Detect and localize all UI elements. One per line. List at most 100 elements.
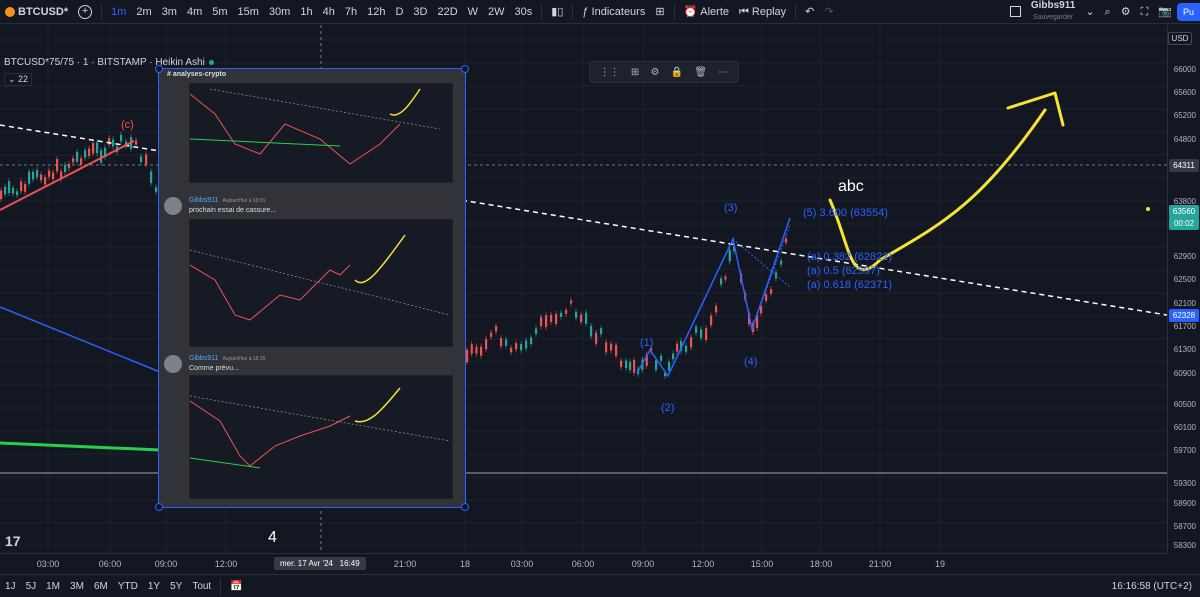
range-Tout[interactable]: Tout: [187, 581, 216, 592]
bottom-toolbar: 1J 5J 1M 3M 6M YTD 1Y 5Y Tout 📅 16:16:58 (UTC+2): [0, 574, 1200, 597]
lock-icon[interactable]: 🔒: [671, 67, 683, 78]
interval-3D[interactable]: 3D: [408, 0, 432, 24]
interval-7h[interactable]: 7h: [340, 0, 362, 24]
interval-D[interactable]: D: [390, 0, 408, 24]
layout-menu-button[interactable]: ⌄: [1080, 0, 1099, 24]
range-1J[interactable]: 1J: [0, 581, 21, 592]
candle: [64, 164, 67, 172]
chart-legend[interactable]: BTCUSD*75/75 · 1 · BITSTAMP · Heikin Ash…: [4, 57, 214, 68]
candle: [585, 312, 588, 324]
marker-price-tag: 62328: [1169, 309, 1199, 322]
chart-type-button[interactable]: ▮▯: [546, 0, 568, 24]
candle: [655, 360, 658, 370]
legend-collapse[interactable]: ⌄ 22: [4, 73, 33, 86]
bitcoin-icon: [5, 6, 15, 17]
wave-label-4: (4): [744, 356, 758, 368]
time-tick: 19: [934, 559, 946, 569]
interval-12h[interactable]: 12h: [362, 0, 390, 24]
calendar-icon: 📅: [230, 580, 243, 592]
candle: [560, 312, 563, 317]
price-tick: 60500: [1173, 400, 1196, 409]
author-avatar[interactable]: [164, 197, 182, 215]
candle: [16, 191, 19, 196]
message-text: prochain essai de cassure...: [189, 207, 277, 214]
mini-chart-1: [190, 88, 441, 165]
more-icon[interactable]: ⋯: [718, 67, 728, 78]
candle: [495, 326, 498, 332]
range-5Y[interactable]: 5Y: [165, 581, 187, 592]
interval-22D[interactable]: 22D: [432, 0, 462, 24]
resize-handle[interactable]: [461, 503, 469, 511]
interval-30m[interactable]: 30m: [264, 0, 295, 24]
alert-button[interactable]: ⏰ Alerte: [679, 0, 734, 24]
range-6M[interactable]: 6M: [89, 581, 113, 592]
indicators-button[interactable]: ƒ Indicateurs: [577, 0, 650, 24]
price-axis[interactable]: 6600065600652006480064400638006330062900…: [1167, 25, 1200, 553]
range-YTD[interactable]: YTD: [113, 581, 143, 592]
settings-button[interactable]: ⚙: [1116, 0, 1136, 24]
plus-icon: +: [78, 4, 93, 19]
image-overlay[interactable]: # analyses-crypto Gibbs911 Aujourd'hui à …: [155, 65, 469, 511]
candle: [466, 349, 469, 363]
template-icon[interactable]: ⊞: [631, 67, 639, 78]
candle: [155, 187, 158, 192]
embedded-chart-image-1: [189, 83, 453, 183]
publish-button[interactable]: Pu: [1176, 2, 1200, 21]
compare-symbol-button[interactable]: +: [73, 0, 97, 24]
candle: [676, 343, 679, 352]
snapshot-button[interactable]: 📷: [1153, 0, 1177, 24]
interval-3m[interactable]: 3m: [157, 0, 182, 24]
message-author[interactable]: Gibbs911 Aujourd'hui à 16:15: [189, 355, 265, 362]
interval-W[interactable]: W: [463, 0, 483, 24]
replay-button[interactable]: ⏮ Replay: [734, 0, 791, 24]
candle: [570, 300, 573, 304]
candle: [20, 181, 23, 192]
symbol-search-button[interactable]: BTCUSD*: [0, 0, 73, 24]
interval-2m[interactable]: 2m: [131, 0, 156, 24]
grid-icon: ⊞: [655, 5, 665, 18]
replay-label: Replay: [751, 5, 787, 18]
resize-handle[interactable]: [461, 65, 469, 73]
currency-button[interactable]: USD: [1168, 32, 1192, 45]
save-layout-button[interactable]: Gibbs911 Sauvegarder: [1026, 0, 1080, 24]
resize-handle[interactable]: [155, 503, 163, 511]
interval-4m[interactable]: 4m: [182, 0, 207, 24]
candle: [510, 347, 513, 353]
message-author[interactable]: Gibbs911 Aujourd'hui à 10:01: [189, 197, 265, 204]
redo-button[interactable]: ↷: [819, 0, 838, 24]
interval-1h[interactable]: 1h: [295, 0, 317, 24]
interval-4h[interactable]: 4h: [318, 0, 340, 24]
date-range-button[interactable]: 📅: [225, 581, 247, 592]
undo-button[interactable]: ↶: [800, 0, 819, 24]
cursor-number: 4: [268, 529, 277, 546]
drag-handle-icon[interactable]: ⋮⋮: [600, 67, 620, 78]
time-axis[interactable]: mer. 17 Avr '24 16:49 03:00 06:00 09:00 12:…: [0, 553, 1167, 574]
author-avatar[interactable]: [164, 355, 182, 373]
layout-toggle-button[interactable]: [1005, 0, 1026, 24]
candle: [24, 183, 27, 192]
range-5J[interactable]: 5J: [21, 581, 42, 592]
range-3M[interactable]: 3M: [65, 581, 89, 592]
settings-icon[interactable]: ⚙: [650, 67, 659, 78]
range-1M[interactable]: 1M: [41, 581, 65, 592]
time-tick: 21:00: [393, 559, 417, 569]
chart-pane[interactable]: BTCUSD*75/75 · 1 · BITSTAMP · Heikin Ash…: [0, 25, 1167, 553]
interval-15m[interactable]: 15m: [233, 0, 264, 24]
candle: [40, 174, 43, 181]
interval-5m[interactable]: 5m: [207, 0, 232, 24]
candle: [475, 346, 478, 354]
trash-icon[interactable]: 🗑: [694, 67, 707, 78]
candle: [112, 139, 115, 147]
candle: [668, 361, 671, 371]
range-1Y[interactable]: 1Y: [143, 581, 165, 592]
fullscreen-button[interactable]: ⛶: [1136, 0, 1154, 24]
chevron-down-icon: ⌄: [1085, 5, 1095, 18]
layouts-button[interactable]: ⊞: [650, 0, 669, 24]
drawing-floating-toolbar[interactable]: ⋮⋮ ⊞ ⚙ 🔒 🗑 ⋯: [589, 61, 739, 83]
interval-2W[interactable]: 2W: [483, 0, 510, 24]
candle: [500, 337, 503, 347]
interval-30s[interactable]: 30s: [510, 0, 538, 24]
interval-1m[interactable]: 1m: [106, 0, 131, 24]
resize-handle[interactable]: [155, 65, 163, 73]
quick-search-button[interactable]: ⌕: [1100, 0, 1116, 24]
